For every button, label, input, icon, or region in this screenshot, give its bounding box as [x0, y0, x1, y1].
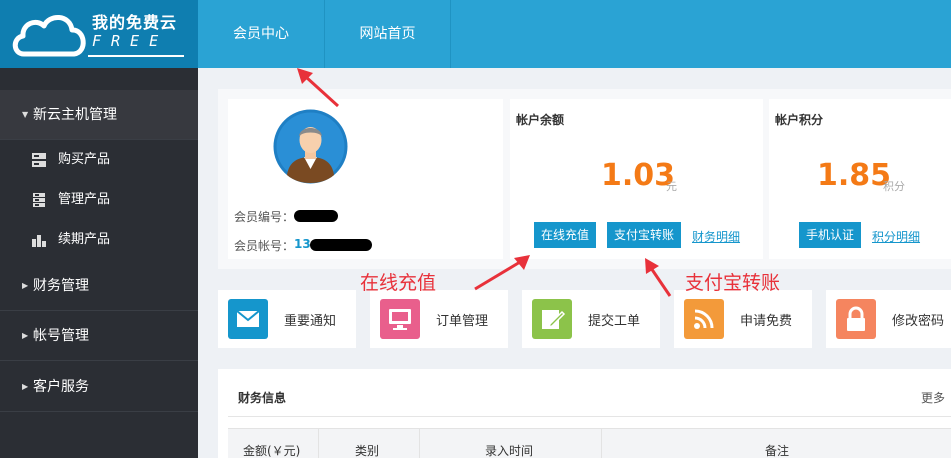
arrow-to-recharge [474, 255, 530, 291]
annotation-arrows [297, 68, 672, 297]
arrow-to-member-center [297, 68, 340, 108]
arrow-to-alipay [645, 258, 672, 297]
